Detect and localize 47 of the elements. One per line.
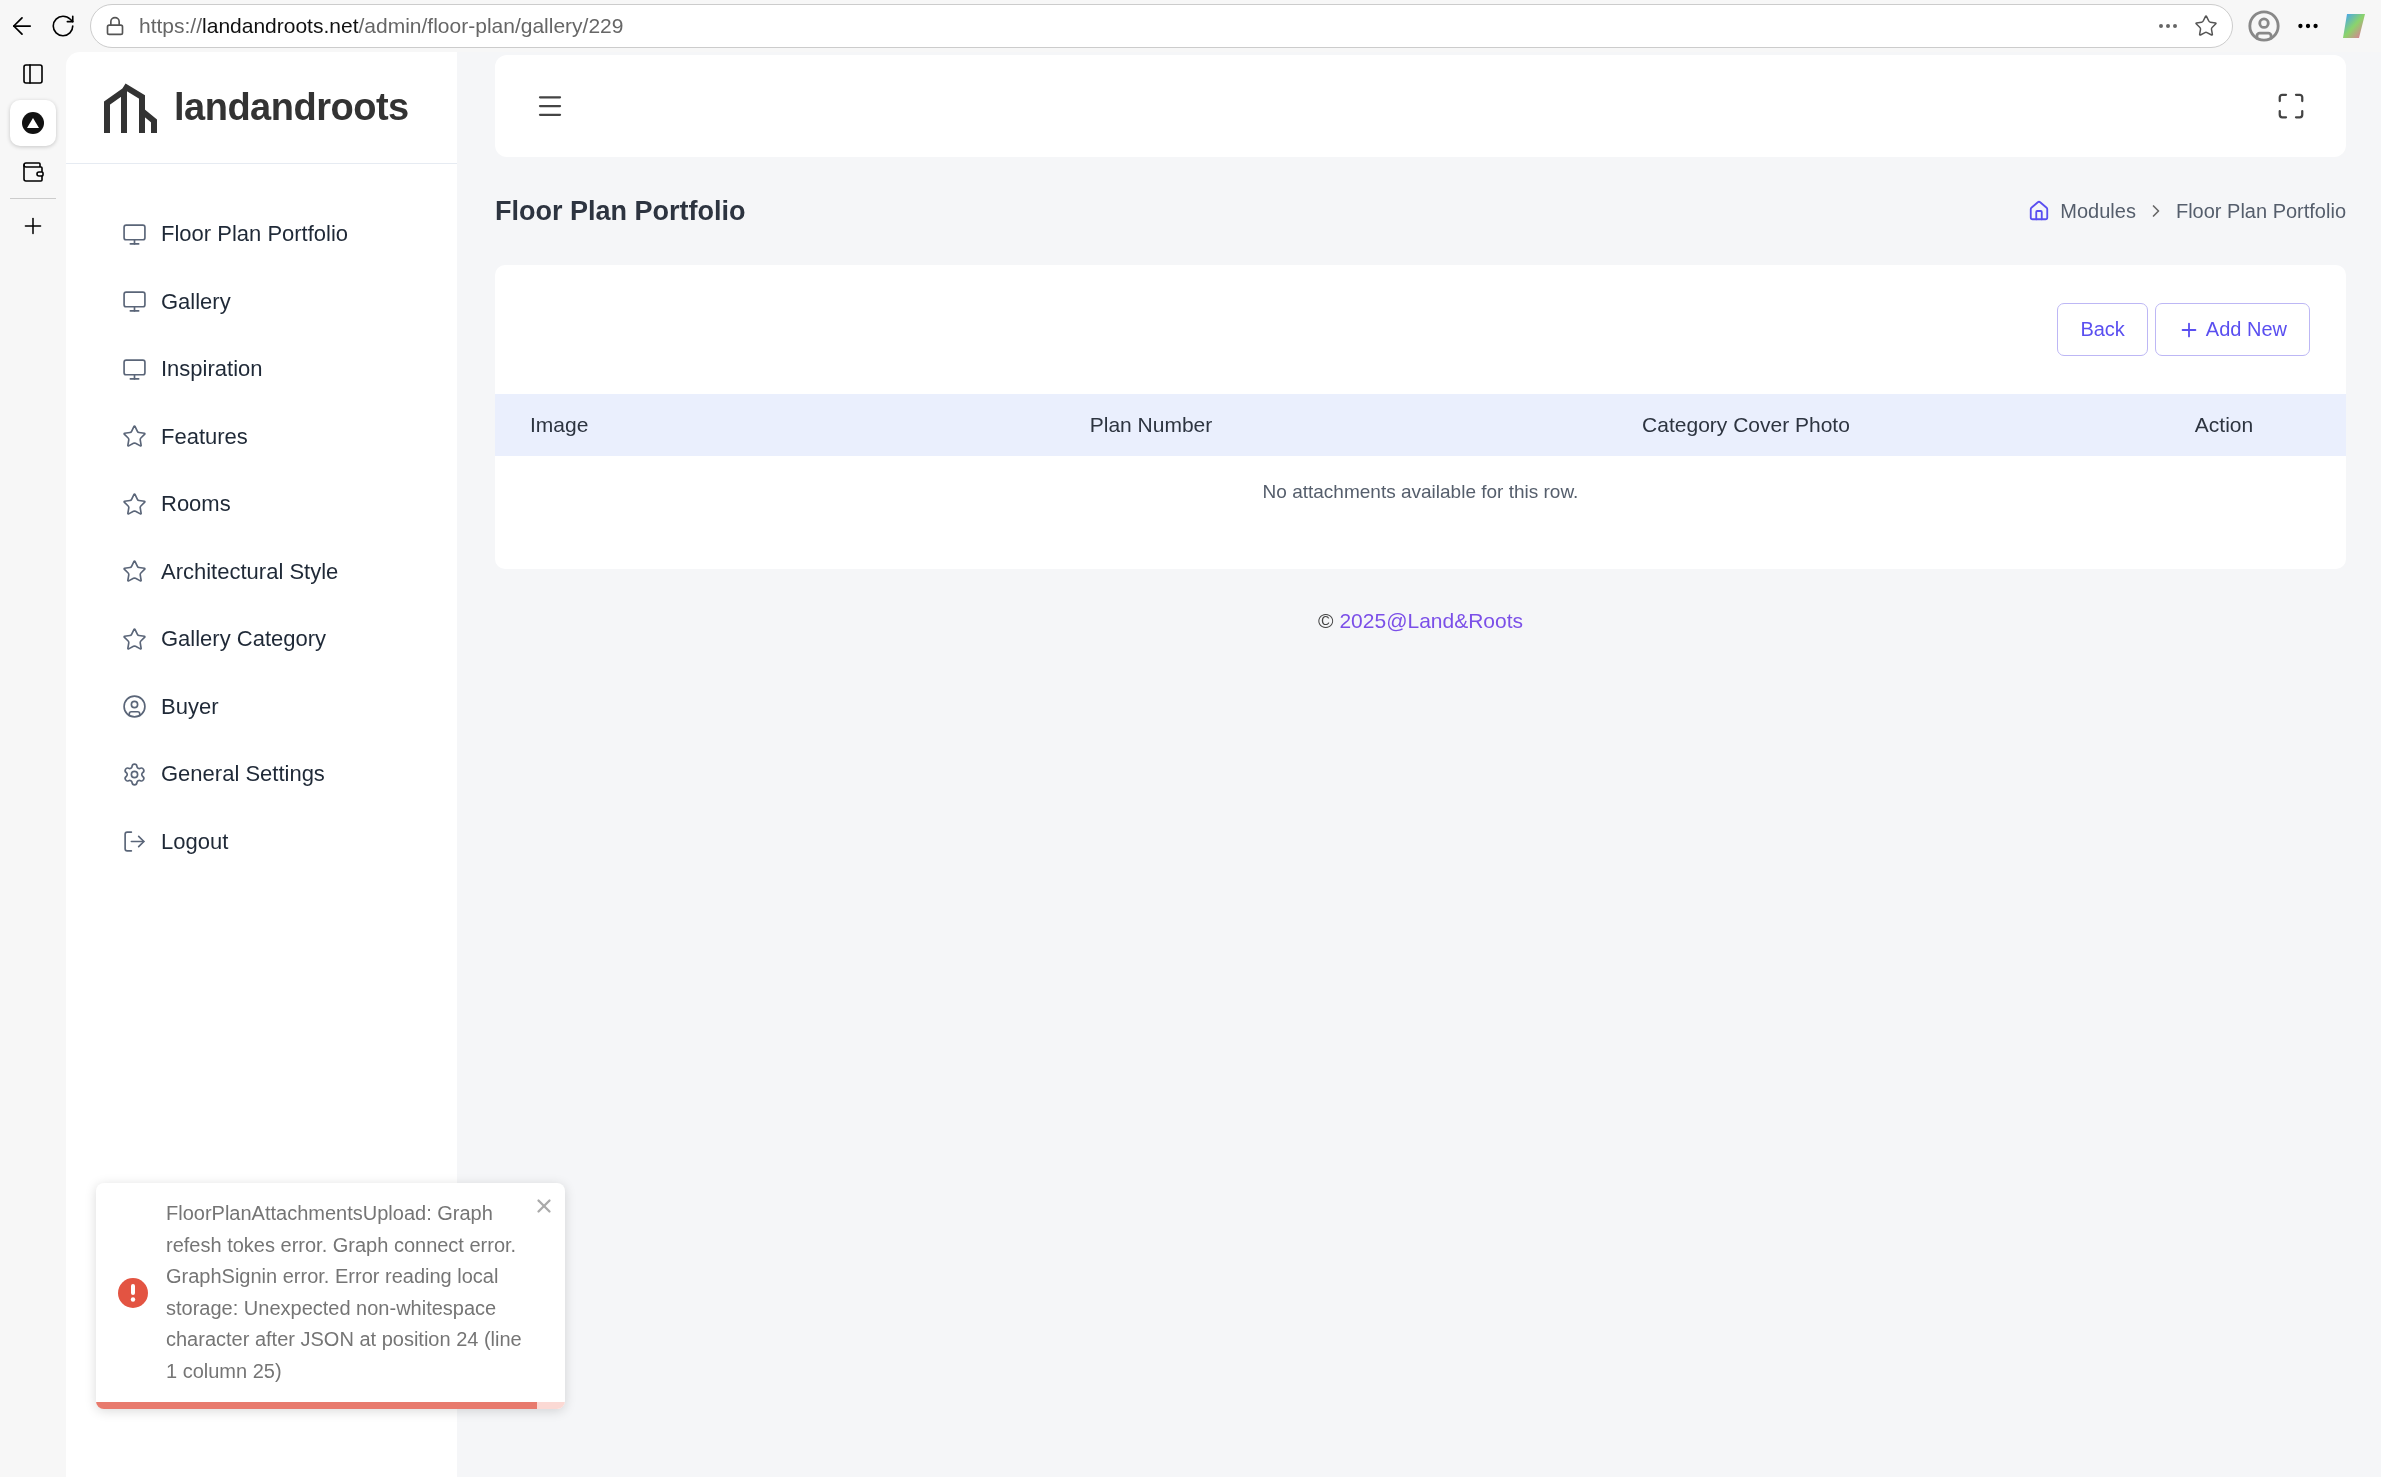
star-icon xyxy=(122,626,147,652)
settings-icon xyxy=(122,761,147,787)
monitor-icon xyxy=(122,289,147,314)
address-bar[interactable]: https://landandroots.net/admin/floor-plan/gallery/229 xyxy=(90,4,2233,48)
reload-icon[interactable] xyxy=(50,13,76,39)
sidebar-item[interactable]: Architectural Style xyxy=(122,549,457,594)
error-icon xyxy=(118,1277,148,1308)
column-header: Category Cover Photo xyxy=(1642,413,1850,437)
sidebar-item[interactable]: Floor Plan Portfolio xyxy=(122,212,457,256)
monitor-icon xyxy=(122,356,147,382)
url-text: https://landandroots.net/admin/floor-plan/gallery/229 xyxy=(139,14,624,38)
page-title: Floor Plan Portfolio xyxy=(495,195,746,227)
favorite-icon[interactable] xyxy=(2194,14,2218,38)
sidebar-item[interactable]: Inspiration xyxy=(122,347,457,391)
empty-message: No attachments available for this row. xyxy=(1262,481,1579,504)
monitor-icon xyxy=(122,221,147,247)
star-icon xyxy=(122,491,147,517)
star-icon xyxy=(122,559,147,584)
breadcrumb-item: Floor Plan Portfolio xyxy=(2175,199,2346,223)
user-icon xyxy=(122,694,147,719)
copyright-symbol: © xyxy=(1317,609,1334,633)
breadcrumb-item[interactable]: Modules xyxy=(2060,199,2136,223)
panel-icon[interactable] xyxy=(21,62,45,86)
star-icon xyxy=(122,424,147,449)
column-header: Image xyxy=(530,413,589,437)
fullscreen-icon[interactable] xyxy=(2276,91,2306,121)
brand-name: landandroots xyxy=(174,86,409,129)
profile-avatar[interactable] xyxy=(2247,9,2281,43)
sidebar-item[interactable]: Features xyxy=(122,414,457,459)
lock-icon xyxy=(105,16,125,36)
add-new-button[interactable]: Add New xyxy=(2154,303,2310,356)
wallet-icon[interactable] xyxy=(21,160,45,184)
error-message: FloorPlanAttachmentsUpload: Graph refesh tokes error. Graph connect error. GraphSignin error. Error reading local storage: Unexpected non-whitespace character after JSON at position 24 (line 1 column 25) xyxy=(166,1201,523,1384)
sidebar-item[interactable]: Rooms xyxy=(122,482,457,526)
sidebar-item[interactable]: General Settings xyxy=(122,752,457,796)
tab-button[interactable] xyxy=(10,100,56,146)
column-header: Action xyxy=(2194,413,2254,437)
sidebar-item[interactable]: Gallery xyxy=(122,279,457,324)
building-logo-icon xyxy=(104,82,158,133)
sidebar-item[interactable]: Logout xyxy=(122,819,457,864)
footer-link[interactable]: 2025@Land&Roots xyxy=(1339,609,1524,633)
logout-icon xyxy=(122,829,147,854)
home-icon[interactable] xyxy=(2028,200,2051,222)
sidebar-item[interactable]: Gallery Category xyxy=(122,617,457,661)
column-header: Plan Number xyxy=(1089,413,1213,437)
sidebar-item[interactable]: Buyer xyxy=(122,684,457,729)
back-button[interactable]: Back xyxy=(2057,303,2148,356)
